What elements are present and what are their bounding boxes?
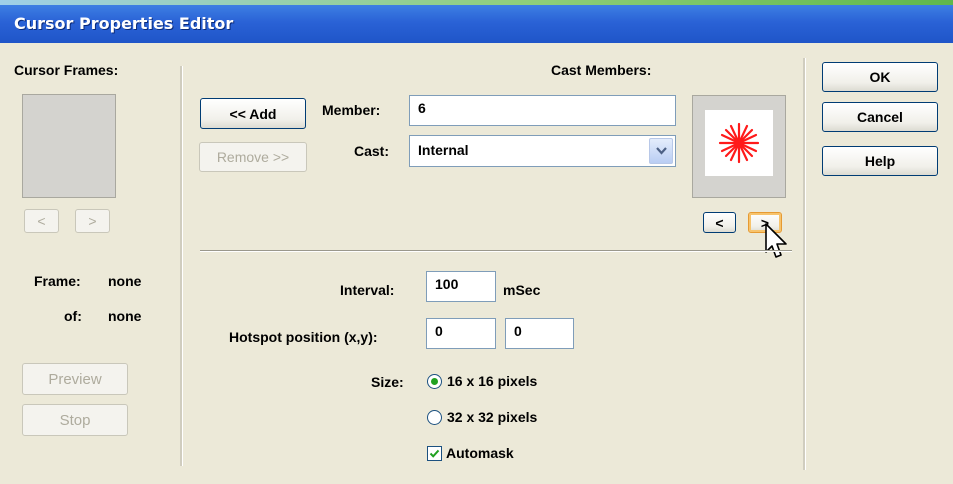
- cast-members-heading: Cast Members:: [551, 62, 652, 78]
- title-bar[interactable]: Cursor Properties Editor: [0, 5, 953, 43]
- interval-label: Interval:: [340, 282, 395, 298]
- starburst-icon: [718, 122, 760, 164]
- size-label: Size:: [371, 374, 404, 390]
- section-divider: [200, 250, 792, 252]
- cursor-frames-heading: Cursor Frames:: [14, 62, 119, 78]
- size-16-radio[interactable]: [427, 374, 442, 389]
- preview-button[interactable]: Preview: [22, 363, 128, 395]
- radio-selected-dot: [431, 378, 438, 385]
- cursor-frames-list[interactable]: [22, 94, 116, 198]
- cast-member-preview: [692, 95, 786, 198]
- member-field[interactable]: 6: [409, 95, 676, 126]
- help-button[interactable]: Help: [822, 146, 938, 176]
- hotspot-y-field[interactable]: 0: [505, 318, 574, 349]
- mouse-pointer-icon: [762, 222, 790, 262]
- frame-value: none: [108, 273, 142, 289]
- remove-button[interactable]: Remove >>: [199, 142, 307, 172]
- automask-label[interactable]: Automask: [446, 445, 514, 461]
- hotspot-x-field[interactable]: 0: [426, 318, 496, 349]
- chevron-down-icon[interactable]: [649, 138, 673, 164]
- cast-label: Cast:: [354, 143, 390, 159]
- cast-prev-button[interactable]: <: [703, 212, 736, 233]
- size-16-label[interactable]: 16 x 16 pixels: [447, 373, 537, 389]
- of-value: none: [108, 308, 142, 324]
- stop-button[interactable]: Stop: [22, 404, 128, 436]
- cursor-preview-tile: [705, 110, 773, 176]
- cast-select-value: Internal: [418, 142, 469, 158]
- checkmark-icon: [429, 449, 440, 458]
- frames-divider: [180, 66, 183, 466]
- of-label: of:: [64, 308, 82, 324]
- size-32-label[interactable]: 32 x 32 pixels: [447, 409, 537, 425]
- frame-label: Frame:: [34, 273, 81, 289]
- frame-next-button[interactable]: >: [75, 209, 110, 233]
- add-button[interactable]: << Add: [200, 98, 306, 129]
- dialog-window: Cursor Properties Editor Cursor Frames: …: [0, 0, 953, 484]
- size-32-radio[interactable]: [427, 410, 442, 425]
- interval-unit: mSec: [503, 282, 541, 298]
- cancel-button[interactable]: Cancel: [822, 102, 938, 132]
- cast-select[interactable]: Internal: [409, 135, 676, 167]
- actions-divider: [803, 58, 806, 470]
- interval-field[interactable]: 100: [426, 271, 496, 302]
- member-label: Member:: [322, 102, 381, 118]
- frame-prev-button[interactable]: <: [24, 209, 59, 233]
- automask-checkbox[interactable]: [427, 446, 442, 461]
- ok-button[interactable]: OK: [822, 62, 938, 92]
- window-title: Cursor Properties Editor: [14, 14, 234, 33]
- hotspot-label: Hotspot position (x,y):: [229, 329, 378, 345]
